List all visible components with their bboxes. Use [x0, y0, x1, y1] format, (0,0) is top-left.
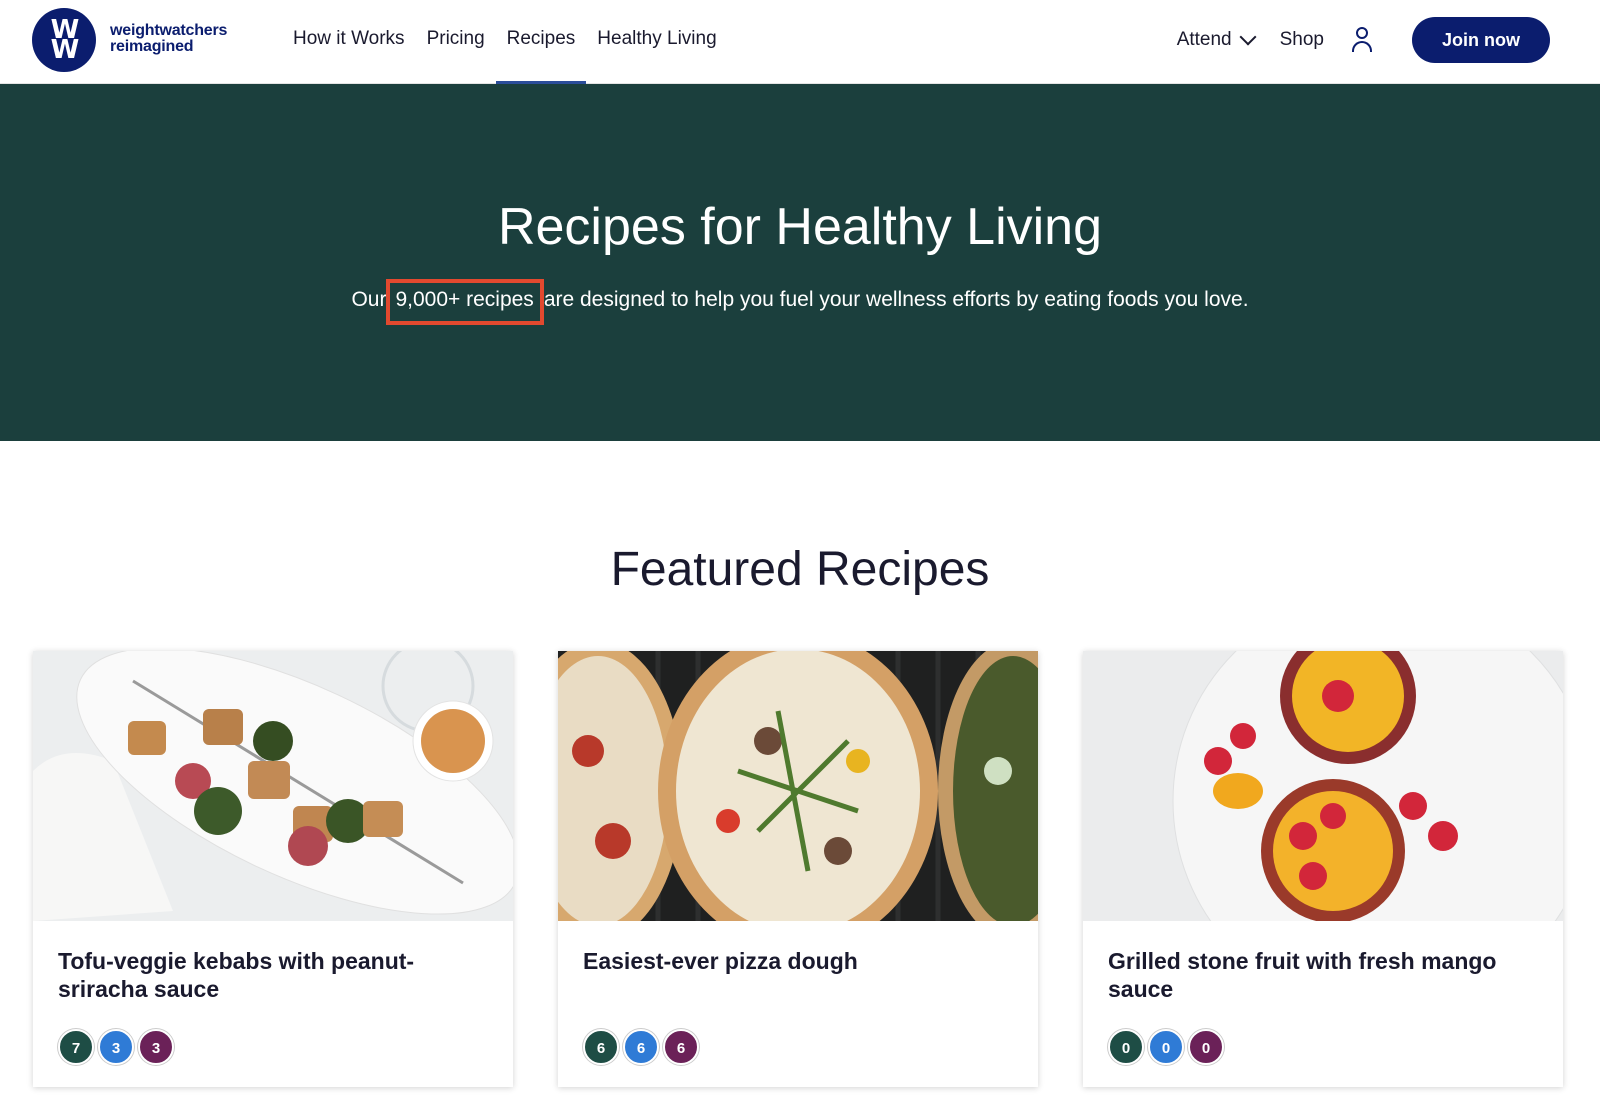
points-badges: 6 6 6 — [583, 1029, 703, 1065]
points-badge-purple: 0 — [1188, 1029, 1224, 1065]
points-badge-blue: 6 — [623, 1029, 659, 1065]
recipe-image-stone-fruit — [1083, 651, 1563, 921]
recipe-card-pizza-dough[interactable]: Easiest-ever pizza dough 6 6 6 — [558, 651, 1038, 1087]
ww-logo[interactable]: W W — [32, 8, 96, 72]
featured-recipes-heading: Featured Recipes — [610, 543, 990, 596]
hero-banner: Recipes for Healthy Living Our 9,000+ rec… — [0, 84, 1600, 441]
subtitle-start: Our — [351, 288, 387, 311]
recipe-card-tofu-kebabs[interactable]: Tofu-veggie kebabs with peanut-sriracha … — [33, 651, 513, 1087]
shop-link[interactable]: Shop — [1280, 29, 1324, 51]
recipe-count-highlight: 9,000+ recipes — [386, 279, 544, 325]
attend-label: Attend — [1176, 29, 1232, 50]
recipe-image-tofu-kebabs — [33, 651, 513, 921]
user-account-icon[interactable] — [1350, 27, 1374, 53]
points-badge-green: 7 — [58, 1029, 94, 1065]
subtitle-end: are designed to help you fuel your welln… — [543, 288, 1249, 311]
recipe-card-stone-fruit[interactable]: Grilled stone fruit with fresh mango sau… — [1083, 651, 1563, 1087]
logo-letter-bottom: W — [50, 35, 80, 65]
hero-subtitle: Our 9,000+ recipes are designed to help yo… — [0, 279, 1600, 325]
recipe-image-pizza-dough — [558, 651, 1038, 921]
nav-healthy-living[interactable]: Healthy Living — [586, 0, 727, 84]
nav-pricing[interactable]: Pricing — [416, 0, 496, 84]
recipe-title[interactable]: Grilled stone fruit with fresh mango sau… — [1108, 947, 1538, 1003]
points-badges: 7 3 3 — [58, 1029, 178, 1065]
chevron-down-icon — [1239, 28, 1257, 46]
site-header: W W weightwatchers reimagined How it Wor… — [0, 0, 1600, 84]
nav-how-it-works[interactable]: How it Works — [282, 0, 416, 84]
points-badges: 0 0 0 — [1108, 1029, 1228, 1065]
brand-name[interactable]: weightwatchers reimagined — [110, 23, 227, 55]
nav-recipes[interactable]: Recipes — [495, 0, 587, 84]
brand-line-2: reimagined — [110, 38, 194, 55]
main-nav: How it Works Pricing Recipes Healthy Liv… — [282, 0, 728, 84]
points-badge-purple: 3 — [138, 1029, 174, 1065]
user-icon-head — [1356, 27, 1368, 39]
points-badge-purple: 6 — [663, 1029, 699, 1065]
user-icon-body — [1352, 41, 1372, 52]
header-actions: Attend Shop Join now — [1177, 17, 1550, 63]
points-badge-blue: 3 — [98, 1029, 134, 1065]
page-title: Recipes for Healthy Living — [497, 198, 1103, 256]
recipe-title[interactable]: Easiest-ever pizza dough — [583, 947, 1013, 975]
recipe-title[interactable]: Tofu-veggie kebabs with peanut-sriracha … — [58, 947, 488, 1003]
points-badge-green: 0 — [1108, 1029, 1144, 1065]
attend-dropdown[interactable]: Attend — [1176, 28, 1257, 51]
join-now-button[interactable]: Join now — [1412, 17, 1550, 63]
points-badge-green: 6 — [583, 1029, 619, 1065]
points-badge-blue: 0 — [1148, 1029, 1184, 1065]
brand-line-1: weightwatchers — [110, 22, 228, 39]
